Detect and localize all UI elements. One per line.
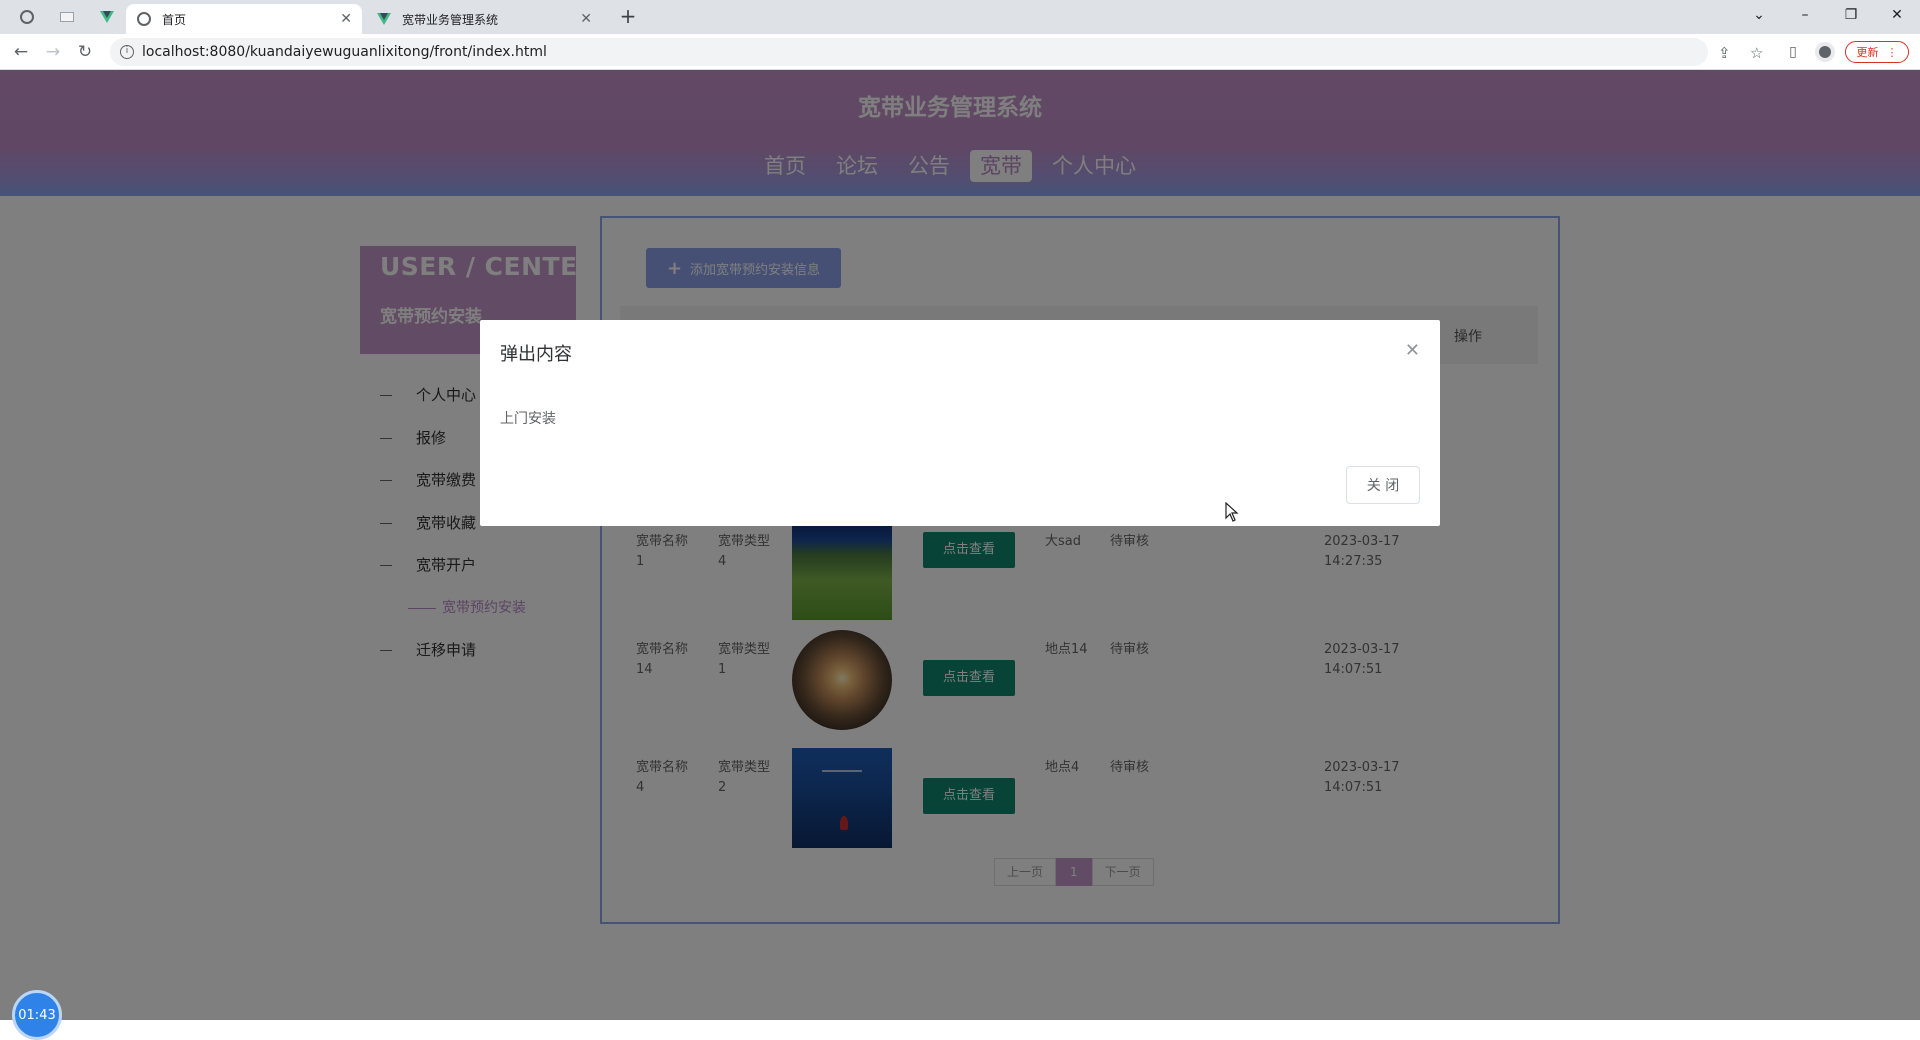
close-icon[interactable]: ✕ — [1405, 340, 1420, 361]
close-window-button[interactable]: ✕ — [1874, 0, 1920, 30]
reload-icon[interactable]: ↻ — [74, 41, 96, 63]
popup-dialog: 弹出内容 ✕ 上门安装 关 闭 — [480, 320, 1440, 526]
vue-logo-icon — [376, 11, 392, 27]
tab-title: 首页 — [162, 12, 187, 27]
bookmark-star-icon[interactable]: ☆ — [1750, 44, 1763, 62]
close-dialog-button[interactable]: 关 闭 — [1346, 466, 1420, 504]
tab-system[interactable]: 宽带业务管理系统 ✕ — [366, 4, 602, 34]
page-icon — [60, 12, 74, 22]
page: 宽带业务管理系统 首页 论坛 公告 宽带 个人中心 USER / CENTER … — [0, 70, 1920, 1040]
forward-icon[interactable]: → — [42, 41, 64, 63]
profile-avatar-icon[interactable] — [1815, 42, 1835, 62]
url-text[interactable]: localhost:8080/kuandaiyewuguanlixitong/f… — [142, 44, 547, 60]
timer-badge[interactable]: 01:43 — [12, 990, 62, 1040]
tab-home[interactable]: 首页 ✕ — [126, 4, 362, 34]
tab-mini-vue[interactable] — [92, 6, 122, 28]
globe-icon — [136, 11, 152, 27]
close-tab-icon[interactable]: ✕ — [340, 11, 352, 27]
tab-search-icon[interactable]: ⌄ — [1736, 0, 1782, 30]
globe-icon — [20, 10, 34, 24]
dialog-content: 上门安装 — [500, 411, 556, 427]
close-tab-icon[interactable]: ✕ — [580, 11, 592, 27]
update-button[interactable]: 更新 ⋮ — [1845, 41, 1909, 63]
address-bar: ← → ↻ i localhost:8080/kuandaiyewuguanli… — [0, 34, 1920, 70]
new-tab-button[interactable]: + — [616, 6, 640, 28]
browser-tab-bar: 首页 ✕ 宽带业务管理系统 ✕ + ⌄ – ❐ ✕ — [0, 0, 1920, 34]
more-vertical-icon: ⋮ — [1886, 45, 1898, 59]
tab-mini-blank[interactable] — [52, 6, 82, 28]
update-label: 更新 — [1856, 46, 1879, 59]
tab-mini-globe[interactable] — [12, 6, 42, 28]
info-icon[interactable]: i — [120, 45, 134, 59]
omnibox[interactable]: i localhost:8080/kuandaiyewuguanlixitong… — [110, 38, 1763, 66]
share-icon[interactable]: ⇪ — [1718, 44, 1731, 62]
back-icon[interactable]: ← — [10, 41, 32, 63]
restore-button[interactable]: ❐ — [1828, 0, 1874, 30]
dialog-title: 弹出内容 — [500, 344, 572, 365]
tab-title: 宽带业务管理系统 — [402, 12, 499, 27]
minimize-button[interactable]: – — [1782, 0, 1828, 30]
vue-logo-icon — [100, 11, 114, 23]
side-panel-icon[interactable]: ▯ — [1783, 42, 1803, 62]
modal-overlay[interactable] — [0, 70, 1920, 1020]
